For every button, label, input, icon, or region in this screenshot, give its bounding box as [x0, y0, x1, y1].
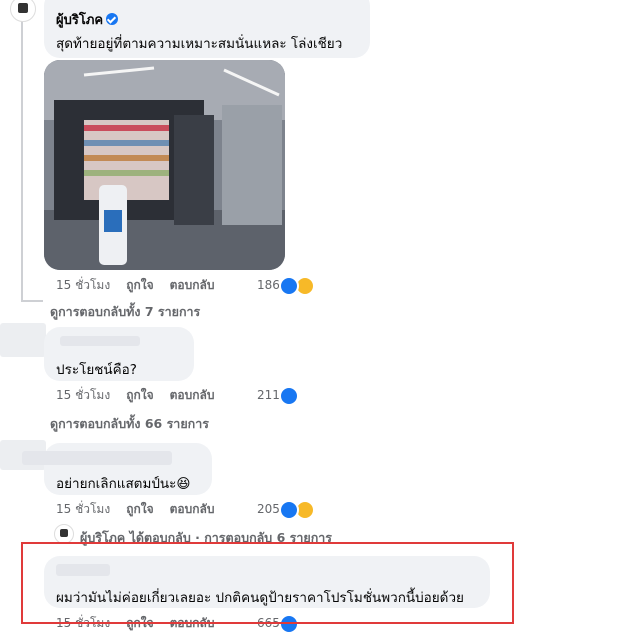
comment-text: อย่ายกเลิกแสตมป์นะ😆 — [56, 476, 191, 492]
thread-line — [21, 20, 23, 302]
comment-time[interactable]: 15 ชั่วโมง — [56, 500, 110, 519]
blurred-author-name — [22, 451, 172, 465]
reply-button[interactable]: ตอบกลับ — [170, 276, 215, 295]
view-replies-link[interactable]: ดูการตอบกลับทั้ง 66 รายการ — [50, 414, 209, 434]
reply-button[interactable]: ตอบกลับ — [170, 500, 215, 519]
reply-button[interactable]: ตอบกลับ — [170, 386, 215, 405]
blurred-author-name — [60, 336, 140, 346]
store-photo-image — [44, 60, 285, 270]
reaction-count[interactable]: 186 — [257, 278, 280, 292]
author-name[interactable]: ผู้บริโภค — [56, 13, 103, 28]
verified-badge-icon — [106, 13, 119, 25]
comment-text: ประโยชน์คือ? — [56, 362, 137, 378]
like-button[interactable]: ถูกใจ — [126, 386, 153, 405]
comment-actions: 15 ชั่วโมง ถูกใจ ตอบกลับ — [56, 386, 230, 404]
replier-avatar[interactable] — [54, 524, 74, 544]
view-replies-link[interactable]: ดูการตอบกลับทั้ง 7 รายการ — [50, 302, 200, 322]
like-reaction-icon — [279, 276, 299, 296]
avatar[interactable] — [10, 0, 36, 22]
like-button[interactable]: ถูกใจ — [126, 500, 153, 519]
like-reaction-icon — [279, 500, 299, 520]
highlight-annotation-box — [21, 542, 514, 624]
reaction-count[interactable]: 205 — [257, 502, 280, 516]
comment-text: สุดท้ายอยู่ที่ตามความเหมาะสมนั่นแหละ โล่… — [56, 36, 343, 52]
thread-connector — [21, 300, 43, 302]
comment-actions: 15 ชั่วโมง ถูกใจ ตอบกลับ — [56, 500, 230, 518]
like-button[interactable]: ถูกใจ — [126, 276, 153, 295]
reaction-count[interactable]: 211 — [257, 388, 280, 402]
comment-photo[interactable] — [44, 60, 285, 270]
comment-actions: 15 ชั่วโมง ถูกใจ ตอบกลับ — [56, 276, 230, 294]
comment-time[interactable]: 15 ชั่วโมง — [56, 276, 110, 295]
comment-author[interactable]: ผู้บริโภค — [56, 9, 119, 30]
like-reaction-icon — [279, 386, 299, 406]
comment-time[interactable]: 15 ชั่วโมง — [56, 386, 110, 405]
blurred-avatar — [0, 323, 46, 357]
